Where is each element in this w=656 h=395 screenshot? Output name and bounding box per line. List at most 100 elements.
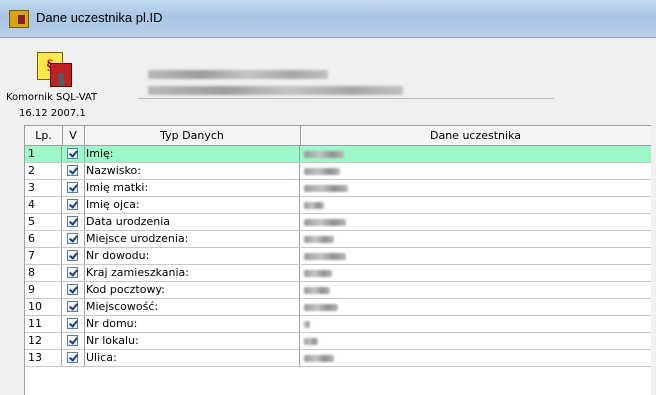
app-name: Komornik SQL-VAT	[6, 92, 98, 103]
redacted-value	[304, 270, 332, 277]
participant-value-cell[interactable]	[300, 231, 651, 247]
checkbox-checked-icon[interactable]	[67, 301, 78, 312]
redacted-value	[304, 253, 346, 260]
data-type-label: Miejsce urodzenia:	[84, 231, 300, 247]
include-cell	[62, 180, 85, 196]
checkbox-checked-icon[interactable]	[67, 182, 78, 193]
participant-value-cell[interactable]	[300, 180, 651, 196]
include-cell	[62, 146, 85, 162]
column-header-lp[interactable]: Lp.	[25, 126, 63, 145]
checkbox-checked-icon[interactable]	[67, 267, 78, 278]
column-header-typ-danych[interactable]: Typ Danych	[84, 126, 301, 145]
data-type-label: Kod pocztowy:	[84, 282, 300, 298]
checkbox-checked-icon[interactable]	[67, 335, 78, 346]
row-number: 13	[25, 350, 62, 366]
redacted-value	[304, 355, 334, 362]
row-number: 3	[25, 180, 62, 196]
komornik-logo-icon: §	[37, 52, 72, 87]
checkbox-checked-icon[interactable]	[67, 352, 78, 363]
participant-value-cell[interactable]	[300, 333, 651, 349]
table-row[interactable]: 13 Ulica:	[25, 350, 651, 367]
table-row[interactable]: 5 Data urodzenia	[25, 214, 651, 231]
row-number: 6	[25, 231, 62, 247]
data-type-label: Nazwisko:	[84, 163, 300, 179]
checkbox-checked-icon[interactable]	[67, 216, 78, 227]
participant-value-cell[interactable]	[300, 146, 651, 162]
checkbox-checked-icon[interactable]	[67, 233, 78, 244]
table-row[interactable]: 8 Kraj zamieszkania:	[25, 265, 651, 282]
table-row[interactable]: 9 Kod pocztowy:	[25, 282, 651, 299]
table-row[interactable]: 12 Nr lokalu:	[25, 333, 651, 350]
include-cell	[62, 231, 85, 247]
row-number: 1	[25, 146, 62, 162]
redacted-value	[304, 185, 348, 192]
redacted-value	[304, 287, 330, 294]
data-type-label: Nr domu:	[84, 316, 300, 332]
include-cell	[62, 333, 85, 349]
window-title: Dane uczestnika pl.ID	[36, 10, 163, 25]
data-type-label: Data urodzenia	[84, 214, 300, 230]
include-cell	[62, 248, 85, 264]
table-row[interactable]: 11 Nr domu:	[25, 316, 651, 333]
column-header-dane-uczestnika[interactable]: Dane uczestnika	[300, 126, 651, 145]
app-icon	[9, 10, 29, 28]
participant-value-cell[interactable]	[300, 248, 651, 264]
row-number: 2	[25, 163, 62, 179]
data-type-label: Imię matki:	[84, 180, 300, 196]
include-cell	[62, 265, 85, 281]
include-cell	[62, 299, 85, 315]
include-cell	[62, 282, 85, 298]
table-row[interactable]: 4 Imię ojca:	[25, 197, 651, 214]
row-number: 7	[25, 248, 62, 264]
header-panel: § Komornik SQL-VAT 16.12 2007.1	[0, 38, 656, 120]
participant-value-cell[interactable]	[300, 214, 651, 230]
column-header-v[interactable]: V	[62, 126, 85, 145]
redacted-value	[304, 338, 318, 345]
row-number: 8	[25, 265, 62, 281]
row-number: 11	[25, 316, 62, 332]
participant-value-cell[interactable]	[300, 197, 651, 213]
checkbox-checked-icon[interactable]	[67, 199, 78, 210]
checkbox-checked-icon[interactable]	[67, 284, 78, 295]
app-date: 16.12 2007.1	[19, 108, 86, 119]
table-row[interactable]: 10 Miejscowość:	[25, 299, 651, 316]
data-grid[interactable]: Lp. V Typ Danych Dane uczestnika 1 Imię: 2…	[24, 125, 651, 395]
data-type-label: Nr dowodu:	[84, 248, 300, 264]
checkbox-checked-icon[interactable]	[67, 318, 78, 329]
data-type-label: Imię:	[84, 146, 300, 162]
table-row[interactable]: 6 Miejsce urodzenia:	[25, 231, 651, 248]
participant-value-cell[interactable]	[300, 282, 651, 298]
participant-value-cell[interactable]	[300, 299, 651, 315]
redacted-name	[148, 70, 328, 79]
include-cell	[62, 163, 85, 179]
table-row[interactable]: 2 Nazwisko:	[25, 163, 651, 180]
redacted-value	[304, 151, 344, 158]
participant-value-cell[interactable]	[300, 316, 651, 332]
table-row[interactable]: 1 Imię:	[25, 146, 651, 163]
data-type-label: Kraj zamieszkania:	[84, 265, 300, 281]
title-bar[interactable]: Dane uczestnika pl.ID	[0, 0, 656, 38]
header-divider	[138, 98, 554, 99]
redacted-value	[304, 321, 310, 328]
participant-value-cell[interactable]	[300, 163, 651, 179]
data-type-label: Miejscowość:	[84, 299, 300, 315]
data-type-label: Nr lokalu:	[84, 333, 300, 349]
row-number: 10	[25, 299, 62, 315]
table-row[interactable]: 7 Nr dowodu:	[25, 248, 651, 265]
participant-value-cell[interactable]	[300, 265, 651, 281]
include-cell	[62, 316, 85, 332]
checkbox-checked-icon[interactable]	[67, 165, 78, 176]
table-row[interactable]: 3 Imię matki:	[25, 180, 651, 197]
redacted-value	[304, 236, 334, 243]
row-number: 12	[25, 333, 62, 349]
row-number: 4	[25, 197, 62, 213]
redacted-value	[304, 168, 340, 175]
participant-value-cell[interactable]	[300, 350, 651, 366]
data-type-label: Imię ojca:	[84, 197, 300, 213]
checkbox-checked-icon[interactable]	[67, 148, 78, 159]
include-cell	[62, 350, 85, 366]
row-number: 5	[25, 214, 62, 230]
redacted-address	[148, 86, 403, 95]
grid-header: Lp. V Typ Danych Dane uczestnika	[25, 126, 651, 146]
checkbox-checked-icon[interactable]	[67, 250, 78, 261]
